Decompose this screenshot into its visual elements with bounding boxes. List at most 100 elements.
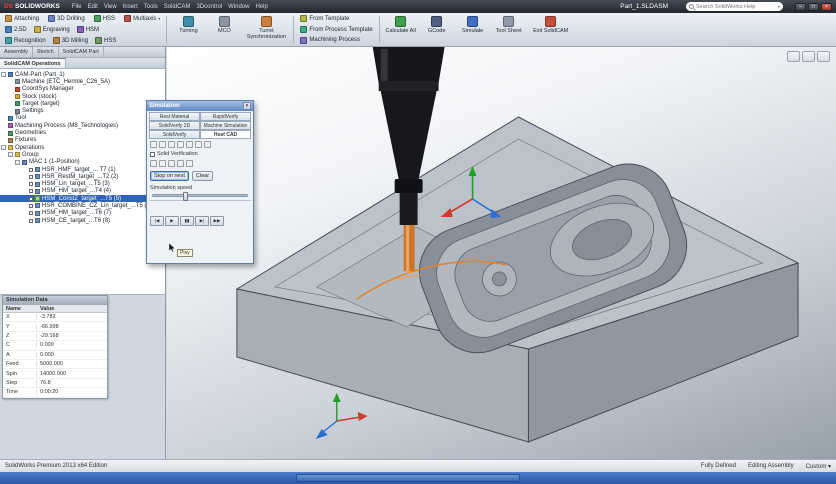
tree-item[interactable]: - MAC 1 (1-Position)	[0, 159, 165, 166]
menu-item[interactable]: Insert	[123, 4, 138, 10]
ribbon-big-button[interactable]: GCode	[419, 14, 455, 45]
tree-expander-icon[interactable]: -	[15, 159, 20, 165]
ribbon-small-button[interactable]: 2.5D	[2, 25, 30, 35]
graphics-viewport[interactable]	[167, 47, 836, 459]
tree-item[interactable]: HSR_HMF_target_... T7 (1)	[0, 166, 165, 173]
tree-expander-icon[interactable]: -	[8, 152, 13, 158]
tree-item[interactable]: - CAM-Part (Part_1)	[0, 71, 165, 78]
simulation-toolbar-icon[interactable]	[168, 141, 175, 148]
minimize-button[interactable]: –	[795, 2, 806, 11]
tree-checkbox[interactable]	[29, 174, 33, 179]
simulation-view-icon[interactable]	[177, 160, 184, 167]
simulation-mode-tab[interactable]: RapidVerify	[200, 112, 251, 121]
ribbon-big-button[interactable]: Exit SolidCAM	[527, 14, 575, 45]
tree-item[interactable]: Stock (stock)	[0, 93, 165, 100]
menu-item[interactable]: SolidCAM	[164, 4, 191, 10]
menu-item[interactable]: Edit	[87, 4, 97, 10]
simulation-toolbar-icon[interactable]	[150, 141, 157, 148]
ribbon-small-button[interactable]: 3D Drilling	[45, 14, 90, 24]
ribbon-big-button[interactable]: MCO	[206, 14, 242, 45]
search-dropdown-icon[interactable]: ▾	[778, 4, 780, 9]
tree-checkbox[interactable]	[29, 211, 33, 216]
tree-item[interactable]: CoordSys Manager	[0, 86, 165, 93]
ribbon-big-button[interactable]: Simulate	[455, 14, 491, 45]
clear-button[interactable]: Clear	[191, 171, 214, 181]
dialog-close-icon[interactable]: ×	[243, 102, 251, 110]
tree-item[interactable]: HSM_Lin_target_...T5 (3)	[0, 180, 165, 187]
tree-item[interactable]: - Operations	[0, 144, 165, 151]
tree-item[interactable]: Target (target)	[0, 100, 165, 107]
ribbon-small-button[interactable]: From Process Template	[297, 25, 375, 35]
simulation-toolbar-icon[interactable]	[177, 141, 184, 148]
tree-checkbox[interactable]	[29, 218, 33, 223]
ribbon-small-button[interactable]: From Template	[297, 14, 375, 24]
panel-tab[interactable]: SolidCAM Part	[59, 47, 104, 57]
display-style-icon[interactable]	[787, 51, 800, 62]
transport-button[interactable]: ▶▶	[210, 216, 224, 226]
section-view-icon[interactable]	[817, 51, 830, 62]
tree-checkbox[interactable]	[29, 196, 33, 201]
tree-item[interactable]: Settings	[0, 107, 165, 114]
view-orientation-icon[interactable]	[802, 51, 815, 62]
tree-checkbox[interactable]	[29, 189, 33, 194]
tab-solidcam-operations[interactable]: SolidCAM Operations	[0, 58, 66, 68]
tree-checkbox[interactable]	[29, 203, 33, 208]
maximize-button[interactable]: □	[808, 2, 819, 11]
ribbon-big-button[interactable]: Tool Sheet	[491, 14, 527, 45]
menu-item[interactable]: View	[104, 4, 117, 10]
status-item[interactable]: Custom ▾	[806, 463, 831, 470]
panel-tab[interactable]: Sketch	[33, 47, 59, 57]
simulation-mode-tab[interactable]: Host CAD	[200, 130, 251, 139]
simulation-speed-slider[interactable]	[152, 192, 248, 201]
ribbon-small-button[interactable]: HSS	[92, 36, 119, 46]
simulation-mode-tab[interactable]: Rest Material	[149, 112, 200, 121]
menu-item[interactable]: Help	[255, 4, 267, 10]
ribbon-small-button[interactable]: Machining Process	[297, 35, 375, 45]
checkbox-icon[interactable]	[150, 151, 155, 157]
tree-item[interactable]: Tool	[0, 115, 165, 122]
ribbon-big-button[interactable]: Turning	[170, 14, 206, 45]
menu-item[interactable]: File	[72, 4, 82, 10]
ribbon-big-button[interactable]: Turret Synchronization	[242, 14, 290, 45]
tree-expander-icon[interactable]: -	[1, 72, 6, 78]
simulation-mode-tab[interactable]: SolidVerify 2D	[149, 121, 200, 130]
tree-item[interactable]: Geometries	[0, 129, 165, 136]
tree-item[interactable]: HSM_HM_target_...T6 (7)	[0, 210, 165, 217]
ribbon-big-button[interactable]: Calculate All	[383, 14, 419, 45]
menu-item[interactable]: Window	[228, 4, 249, 10]
ribbon-small-button[interactable]: HSM	[74, 25, 102, 35]
taskbar-window-button[interactable]	[296, 474, 520, 482]
simulation-view-icon[interactable]	[159, 160, 166, 167]
tree-checkbox[interactable]	[29, 167, 33, 172]
simulation-view-icon[interactable]	[168, 160, 175, 167]
solid-verification-option[interactable]: Solid Verification	[147, 150, 253, 158]
simulation-toolbar-icon[interactable]	[186, 141, 193, 148]
ribbon-small-button[interactable]: Recognition	[2, 36, 49, 46]
ribbon-small-button[interactable]: 3D Milling	[50, 36, 91, 46]
tree-item[interactable]: HSR_COMBINE_CZ_Lin_target_...T5 (6)	[0, 202, 165, 209]
close-button[interactable]: ×	[821, 2, 832, 11]
transport-button[interactable]: ▶	[165, 216, 179, 226]
simulation-toolbar-icon[interactable]	[195, 141, 202, 148]
status-item[interactable]: Fully Defined	[701, 463, 736, 469]
tree-item[interactable]: HSM_ConstZ_target_...T5 (5)	[0, 195, 165, 203]
transport-button[interactable]: ▮▮	[180, 216, 194, 226]
simulation-toolbar-icon[interactable]	[159, 141, 166, 148]
menu-item[interactable]: Tools	[144, 4, 158, 10]
ribbon-small-button[interactable]: HSS	[91, 14, 120, 24]
ribbon-small-button[interactable]: Multiaxis ▾	[121, 14, 163, 24]
search-input[interactable]	[695, 3, 776, 10]
tree-item[interactable]: Fixtures	[0, 137, 165, 144]
tree-item[interactable]: HSM_CE_target_...T6 (8)	[0, 217, 165, 224]
tree-item[interactable]: Machine (ETC_Hermle_C26_5A)	[0, 78, 165, 85]
slider-thumb[interactable]	[183, 192, 189, 201]
tree-item[interactable]: - Group	[0, 151, 165, 158]
tree-item[interactable]: HSR_RestM_target_...T2 (2)	[0, 173, 165, 180]
simulation-mode-tab[interactable]: Machine Simulation	[200, 121, 251, 130]
transport-button[interactable]: ▶|	[195, 216, 209, 226]
tree-expander-icon[interactable]: -	[1, 145, 6, 151]
transport-button[interactable]: |◀	[150, 216, 164, 226]
panel-tab[interactable]: Assembly	[0, 47, 33, 57]
simulation-view-icon[interactable]	[186, 160, 193, 167]
simulation-toolbar-icon[interactable]	[204, 141, 211, 148]
